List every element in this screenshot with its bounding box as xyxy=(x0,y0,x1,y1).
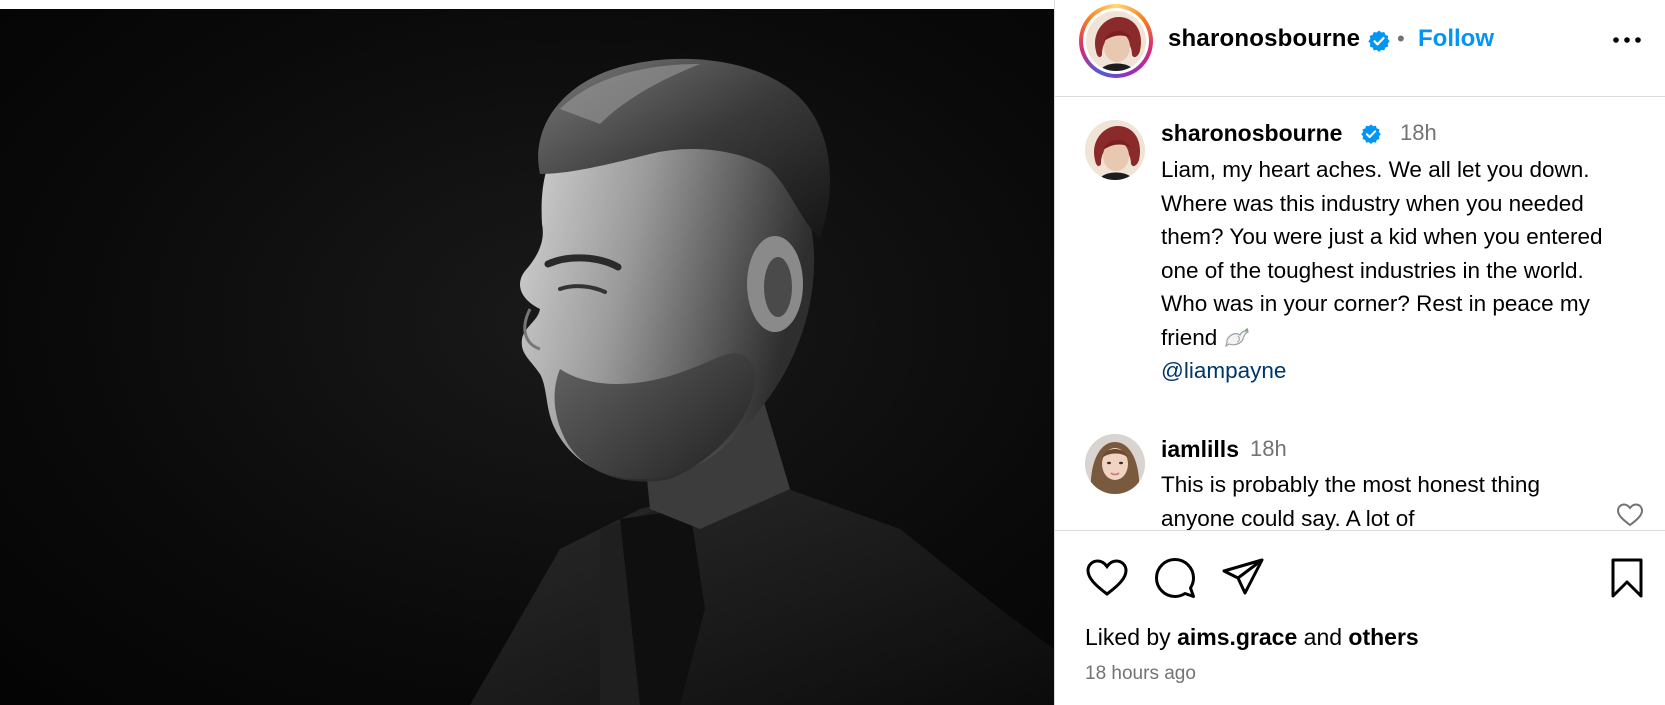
liked-by-user-link[interactable]: aims.grace xyxy=(1177,624,1297,650)
post-details-panel: sharonosbourne • Follow sharonosbourne 1… xyxy=(1054,0,1665,705)
comments-section[interactable]: sharonosbourne 18h Liam, my heart aches.… xyxy=(1055,98,1665,531)
more-options-icon[interactable] xyxy=(1610,28,1644,52)
author-avatar[interactable] xyxy=(1086,11,1146,71)
author-username[interactable]: sharonosbourne xyxy=(1168,25,1360,53)
post-actions: Liked by aims.grace and others 18 hours … xyxy=(1055,532,1665,705)
comment-icon[interactable] xyxy=(1153,556,1197,600)
post-image[interactable] xyxy=(0,9,1054,705)
caption-author-avatar[interactable] xyxy=(1085,120,1145,180)
dove-icon xyxy=(1224,324,1250,347)
likes-summary: Liked by aims.grace and others xyxy=(1085,624,1419,651)
likes-others-link[interactable]: others xyxy=(1348,624,1418,650)
share-icon[interactable] xyxy=(1221,556,1265,600)
caption-text: Liam, my heart aches. We all let you dow… xyxy=(1161,157,1603,350)
comment-text: This is probably the most honest thing a… xyxy=(1161,472,1540,531)
commenter-avatar[interactable] xyxy=(1085,434,1145,494)
post-photo xyxy=(0,9,1054,705)
caption-username[interactable]: sharonosbourne xyxy=(1161,120,1342,147)
likes-middle: and xyxy=(1303,624,1343,650)
verified-badge-icon xyxy=(1360,123,1382,145)
caption-timestamp[interactable]: 18h xyxy=(1400,120,1437,146)
likes-prefix: Liked by xyxy=(1085,624,1171,650)
bookmark-icon[interactable] xyxy=(1605,556,1649,600)
comment-username[interactable]: iamlills xyxy=(1161,436,1239,463)
caption-text-block: Liam, my heart aches. We all let you dow… xyxy=(1161,153,1636,388)
comment-like-heart-icon[interactable] xyxy=(1616,502,1644,528)
follow-button[interactable]: Follow xyxy=(1418,25,1494,53)
heart-icon[interactable] xyxy=(1085,556,1129,600)
header-separator: • xyxy=(1397,26,1405,51)
author-story-ring[interactable] xyxy=(1079,4,1153,78)
verified-badge-icon xyxy=(1367,29,1391,53)
post-header: sharonosbourne • Follow xyxy=(1055,0,1665,97)
mention-link[interactable]: @liampayne xyxy=(1161,358,1286,383)
comment-timestamp[interactable]: 18h xyxy=(1250,436,1287,462)
post-timestamp[interactable]: 18 hours ago xyxy=(1085,663,1196,685)
